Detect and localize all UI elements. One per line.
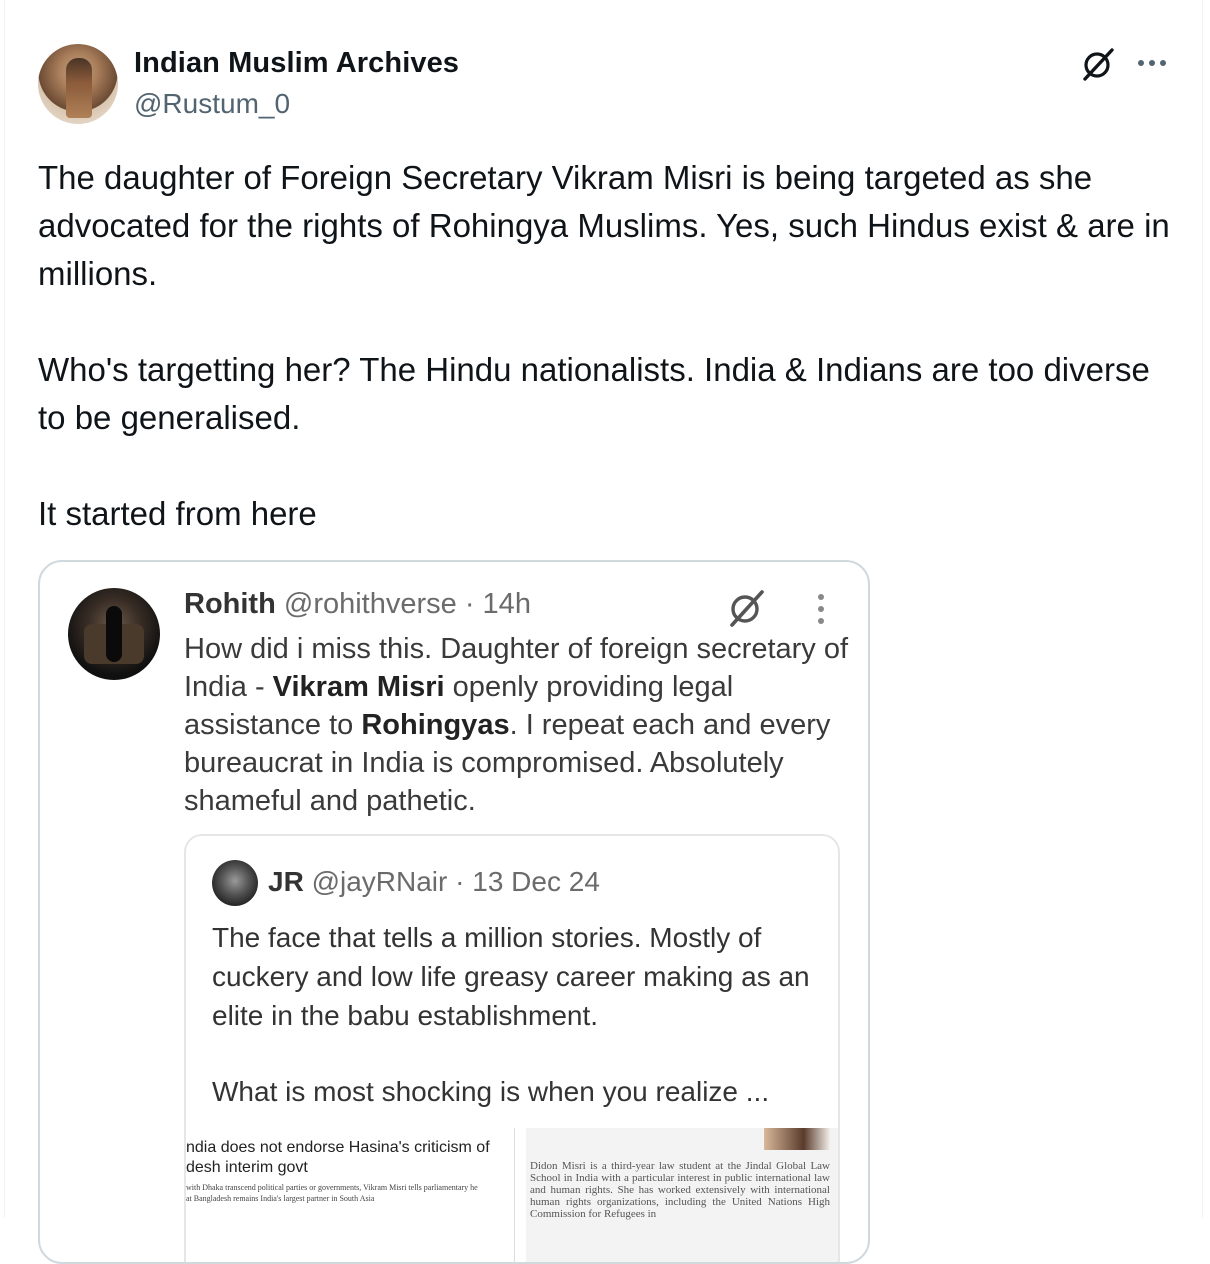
rohith-body-bold: Vikram Misri: [272, 671, 445, 703]
news-photo: [764, 1128, 830, 1150]
avatar-figure: [66, 58, 92, 118]
jr-time: · 13 Dec 24: [455, 866, 600, 897]
attached-screenshot[interactable]: Rohith @rohithverse · 14h How did i miss…: [38, 560, 870, 1264]
quoted-tweet: JR @jayRNair · 13 Dec 24 The face that t…: [184, 834, 840, 1262]
grok-icon: [730, 590, 764, 627]
news-clipping-right: Didon Misri is a third-year law student …: [526, 1128, 838, 1262]
post-text: The daughter of Foreign Secretary Vikram…: [38, 154, 1178, 298]
more-vertical-icon: [818, 594, 824, 624]
jr-avatar: [212, 860, 258, 906]
grok-icon[interactable]: [1080, 46, 1116, 82]
frame-border-left: [4, 0, 5, 1218]
news-subtext: with Dhaka transcend political parties o…: [186, 1183, 478, 1203]
news-clipping-left: ndia does not endorse Hasina's criticism…: [186, 1128, 515, 1262]
rohith-time: · 14h: [464, 588, 531, 620]
jr-header: JR @jayRNair · 13 Dec 24: [268, 866, 600, 898]
news-paragraph: Didon Misri is a third-year law student …: [530, 1160, 830, 1220]
rohith-body-bold: Rohingyas: [361, 709, 510, 741]
jr-name: JR: [268, 866, 304, 897]
author-display-name[interactable]: Indian Muslim Archives: [134, 47, 459, 80]
jr-body: The face that tells a million stories. M…: [212, 922, 810, 1031]
rohith-avatar: [68, 588, 160, 680]
avatar-person: [106, 606, 122, 662]
more-horizontal-icon[interactable]: [1134, 50, 1170, 76]
frame-border-right: [1202, 0, 1203, 1218]
post-paragraph-2: Who's targetting her? The Hindu national…: [38, 351, 1150, 436]
post-paragraph-3: It started from here: [38, 495, 317, 532]
author-avatar[interactable]: [38, 44, 118, 124]
rohith-body: How did i miss this. Daughter of foreign…: [184, 630, 854, 820]
author-handle[interactable]: @Rustum_0: [134, 88, 290, 120]
jr-handle: @jayRNair: [311, 866, 448, 897]
post-paragraph-1: The daughter of Foreign Secretary Vikram…: [38, 159, 1170, 292]
rohith-handle: @rohithverse: [283, 588, 457, 620]
rohith-name: Rohith: [184, 588, 276, 620]
rohith-header: Rohith @rohithverse · 14h: [184, 588, 531, 621]
news-headline: ndia does not endorse Hasina's criticism…: [186, 1139, 490, 1176]
jr-body-2: What is most shocking is when you realiz…: [212, 1076, 770, 1107]
